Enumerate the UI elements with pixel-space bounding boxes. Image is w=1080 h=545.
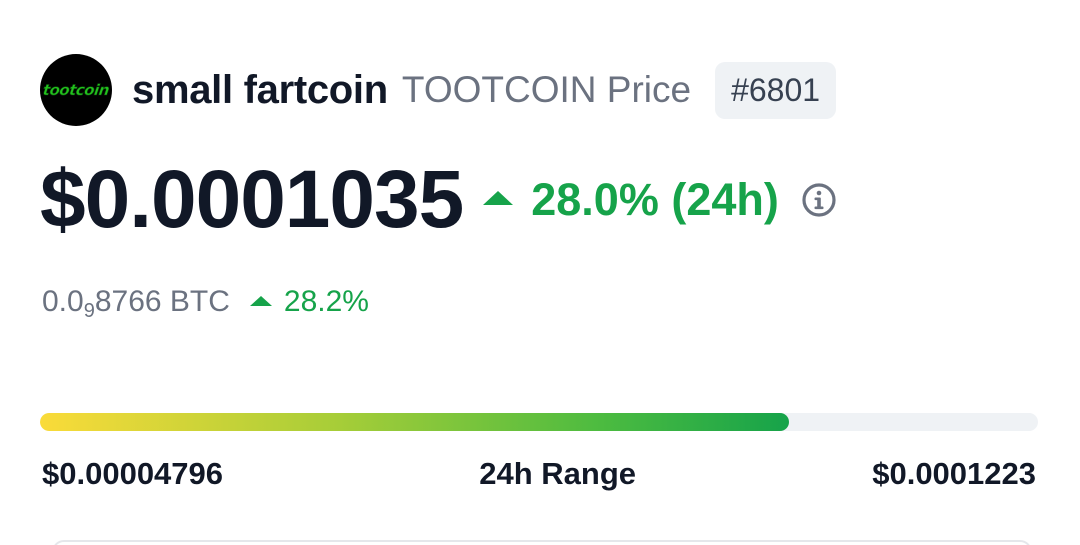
coin-price-header: tootcoin small fartcoin TOOTCOIN Price #… <box>0 0 1080 545</box>
price-row: $0.0001035 28.0% (24h) <box>40 150 837 250</box>
next-card-edge <box>52 540 1032 545</box>
caret-up-icon <box>249 295 272 306</box>
btc-price-prefix: 0.0 <box>42 285 84 318</box>
btc-price: 0.098766 BTC <box>42 285 230 322</box>
price-change-24h-value: 28.0% (24h) <box>531 174 779 225</box>
btc-price-zero-count: 9 <box>83 300 95 322</box>
range-label: 24h Range <box>479 456 637 491</box>
coin-logo-wordmark: tootcoin <box>41 81 111 100</box>
coin-name: small fartcoin <box>132 67 388 112</box>
range-low: $0.00004796 <box>42 456 224 491</box>
rank-badge: #6801 <box>715 61 837 119</box>
coin-symbol-label: TOOTCOIN Price <box>401 69 692 110</box>
usd-price: $0.0001035 <box>40 154 464 245</box>
caret-up-icon <box>483 191 514 205</box>
range-labels: $0.00004796 24h Range $0.0001223 <box>42 452 1036 496</box>
btc-price-change-value: 28.2% <box>283 285 369 318</box>
btc-price-change: 28.2% <box>249 285 369 319</box>
coin-title-row: tootcoin small fartcoin TOOTCOIN Price #… <box>40 54 837 126</box>
info-circle-icon[interactable] <box>801 182 837 218</box>
btc-price-row: 0.098766 BTC 28.2% <box>42 280 369 324</box>
coin-logo: tootcoin <box>40 54 112 126</box>
range-bar <box>40 413 1038 431</box>
range-bar-fill <box>40 413 789 431</box>
range-high: $0.0001223 <box>872 456 1036 491</box>
price-change-24h: 28.0% (24h) <box>483 174 779 226</box>
btc-price-rest: 8766 BTC <box>94 285 230 318</box>
